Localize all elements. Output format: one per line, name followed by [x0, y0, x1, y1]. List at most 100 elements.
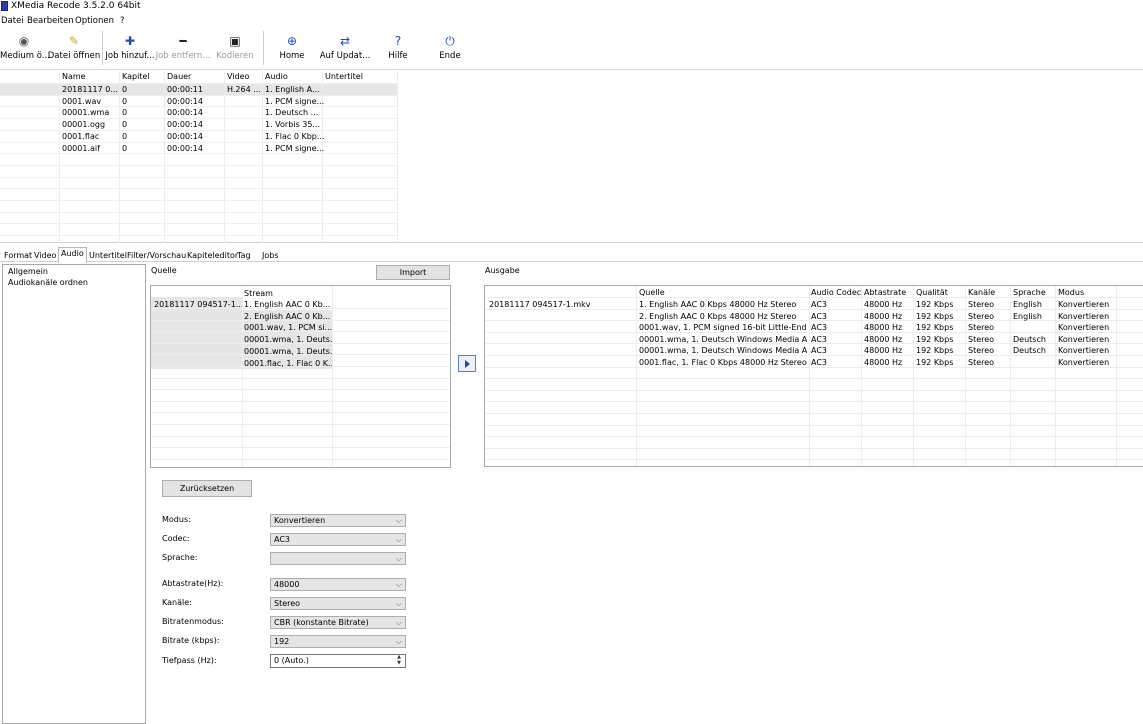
- job-cell[interactable]: 0: [122, 108, 127, 117]
- output-column-header[interactable]: Kanäle: [968, 288, 995, 297]
- abtastrate-select[interactable]: 48000 ⌵: [270, 578, 406, 591]
- column-header[interactable]: Dauer: [167, 72, 191, 81]
- output-column-header[interactable]: Audio Codec: [811, 288, 861, 297]
- column-header[interactable]: Untertitel: [325, 72, 363, 81]
- output-cell[interactable]: Stereo: [968, 323, 1011, 332]
- output-cell[interactable]: 48000 Hz: [864, 312, 914, 321]
- output-column-header[interactable]: Modus: [1058, 288, 1084, 297]
- output-cell[interactable]: Stereo: [968, 358, 1011, 367]
- tiefpass-spinbox[interactable]: 0 (Auto.) ▲ ▼: [270, 654, 406, 668]
- job-cell[interactable]: 00001.ogg: [62, 120, 105, 129]
- output-cell[interactable]: Konvertieren: [1058, 358, 1113, 367]
- output-cell[interactable]: 192 Kbps: [916, 346, 966, 355]
- column-header[interactable]: Kapitel: [122, 72, 150, 81]
- nav-allgemein[interactable]: Allgemein: [8, 267, 48, 276]
- tab-tag[interactable]: Tag: [234, 249, 254, 262]
- source-stream-table[interactable]: Stream 20181117 094517-1.... 1. English AA…: [150, 285, 451, 468]
- tab-filter-vorschau[interactable]: Filter/Vorschau: [124, 249, 189, 262]
- toolbar-button-3[interactable]: ━ Job entfern...: [155, 32, 211, 68]
- output-column-header[interactable]: Abtastrate: [864, 288, 906, 297]
- toolbar-button-0[interactable]: ◉ Medium ö...: [0, 32, 50, 68]
- tab-jobs[interactable]: Jobs: [259, 249, 282, 262]
- output-cell[interactable]: 48000 Hz: [864, 346, 914, 355]
- sprache-select[interactable]: ⌵: [270, 552, 406, 565]
- output-cell[interactable]: Konvertieren: [1058, 335, 1113, 344]
- output-cell[interactable]: Konvertieren: [1058, 346, 1113, 355]
- bitrate-select[interactable]: 192 ⌵: [270, 635, 406, 648]
- job-cell[interactable]: 0001.flac: [62, 132, 99, 141]
- job-list[interactable]: Name Kapitel Dauer Video Audio Untertitel 2018…: [0, 71, 1143, 243]
- kanaele-select[interactable]: Stereo ⌵: [270, 597, 406, 610]
- job-cell[interactable]: 00:00:14: [167, 132, 203, 141]
- job-cell[interactable]: 00:00:14: [167, 108, 203, 117]
- output-column-header[interactable]: Sprache: [1013, 288, 1046, 297]
- job-cell[interactable]: 20181117 0...: [62, 85, 118, 94]
- toolbar-button-2[interactable]: ✚ Job hinzuf...: [104, 32, 156, 68]
- menu-datei[interactable]: Datei: [1, 16, 24, 26]
- output-cell[interactable]: 00001.wma, 1. Deutsch Windows Media Aud.…: [639, 346, 807, 355]
- job-cell[interactable]: H.264 ...: [227, 85, 261, 94]
- output-cell[interactable]: 192 Kbps: [916, 300, 966, 309]
- output-cell[interactable]: 48000 Hz: [864, 358, 914, 367]
- source-stream[interactable]: 00001.wma, 1. Deuts...: [244, 347, 332, 356]
- output-cell[interactable]: Stereo: [968, 335, 1011, 344]
- output-cell[interactable]: AC3: [811, 358, 861, 367]
- source-file[interactable]: 20181117 094517-1....: [154, 300, 242, 309]
- source-stream[interactable]: 1. English AAC 0 Kb...: [244, 300, 332, 309]
- output-cell[interactable]: English: [1013, 312, 1056, 321]
- output-cell[interactable]: AC3: [811, 312, 861, 321]
- column-header[interactable]: Audio: [265, 72, 288, 81]
- tab-video[interactable]: Video: [31, 249, 59, 262]
- job-cell[interactable]: 0001.wav: [62, 97, 101, 106]
- output-cell[interactable]: AC3: [811, 335, 861, 344]
- spin-down-icon[interactable]: ▼: [394, 661, 404, 666]
- toolbar-button-4[interactable]: ▣ Kodieren: [215, 32, 255, 68]
- output-cell[interactable]: 1. English AAC 0 Kbps 48000 Hz Stereo: [639, 300, 807, 309]
- output-cell[interactable]: 192 Kbps: [916, 358, 966, 367]
- output-cell[interactable]: 48000 Hz: [864, 323, 914, 332]
- output-cell[interactable]: Konvertieren: [1058, 300, 1113, 309]
- output-cell[interactable]: 48000 Hz: [864, 335, 914, 344]
- output-column-header[interactable]: Quelle: [639, 288, 665, 297]
- add-stream-button[interactable]: [458, 355, 476, 372]
- output-cell[interactable]: 192 Kbps: [916, 312, 966, 321]
- modus-select[interactable]: Konvertieren ⌵: [270, 514, 406, 527]
- output-cell[interactable]: Konvertieren: [1058, 312, 1113, 321]
- output-cell[interactable]: AC3: [811, 323, 861, 332]
- job-cell[interactable]: 1. Vorbis 35...: [265, 120, 320, 129]
- bitratenmodus-select[interactable]: CBR (konstante Bitrate) ⌵: [270, 616, 406, 629]
- job-cell[interactable]: 0: [122, 97, 127, 106]
- job-cell[interactable]: 1. Flac 0 Kbp...: [265, 132, 325, 141]
- output-cell[interactable]: 00001.wma, 1. Deutsch Windows Media Aud.…: [639, 335, 807, 344]
- toolbar-button-8[interactable]: ⏻ Ende: [425, 32, 475, 68]
- source-stream[interactable]: 0001.wav, 1. PCM si...: [244, 323, 332, 332]
- menu-help[interactable]: ?: [120, 16, 125, 26]
- output-cell[interactable]: Konvertieren: [1058, 323, 1113, 332]
- output-cell[interactable]: 48000 Hz: [864, 300, 914, 309]
- job-cell[interactable]: 1. PCM signe...: [265, 144, 324, 153]
- output-cell[interactable]: 0001.flac, 1. Flac 0 Kbps 48000 Hz Stere…: [639, 358, 807, 367]
- job-cell[interactable]: 1. PCM signe...: [265, 97, 324, 106]
- output-cell[interactable]: 192 Kbps: [916, 335, 966, 344]
- output-cell[interactable]: AC3: [811, 346, 861, 355]
- column-header[interactable]: Video: [227, 72, 249, 81]
- toolbar-button-1[interactable]: ✎ Datei öffnen: [46, 32, 102, 68]
- job-cell[interactable]: 0: [122, 85, 127, 94]
- job-cell[interactable]: 0: [122, 132, 127, 141]
- reset-button[interactable]: Zurücksetzen: [162, 480, 252, 497]
- output-cell[interactable]: Deutsch: [1013, 346, 1056, 355]
- job-cell[interactable]: 00:00:14: [167, 144, 203, 153]
- output-cell[interactable]: 2. English AAC 0 Kbps 48000 Hz Stereo: [639, 312, 807, 321]
- job-cell[interactable]: 00001.wma: [62, 108, 109, 117]
- output-file[interactable]: 20181117 094517-1.mkv: [489, 300, 590, 309]
- toolbar-button-5[interactable]: ⊕ Home: [272, 32, 312, 68]
- job-cell[interactable]: 00:00:11: [167, 85, 203, 94]
- toolbar-button-6[interactable]: ⇄ Auf Updat...: [318, 32, 372, 68]
- job-cell[interactable]: 0: [122, 144, 127, 153]
- output-cell[interactable]: Stereo: [968, 346, 1011, 355]
- output-cell[interactable]: AC3: [811, 300, 861, 309]
- column-header[interactable]: Name: [62, 72, 86, 81]
- menu-optionen[interactable]: Optionen: [75, 16, 114, 26]
- output-column-header[interactable]: Qualität: [916, 288, 948, 297]
- nav-audiokanaele-ordnen[interactable]: Audiokanäle ordnen: [8, 278, 88, 287]
